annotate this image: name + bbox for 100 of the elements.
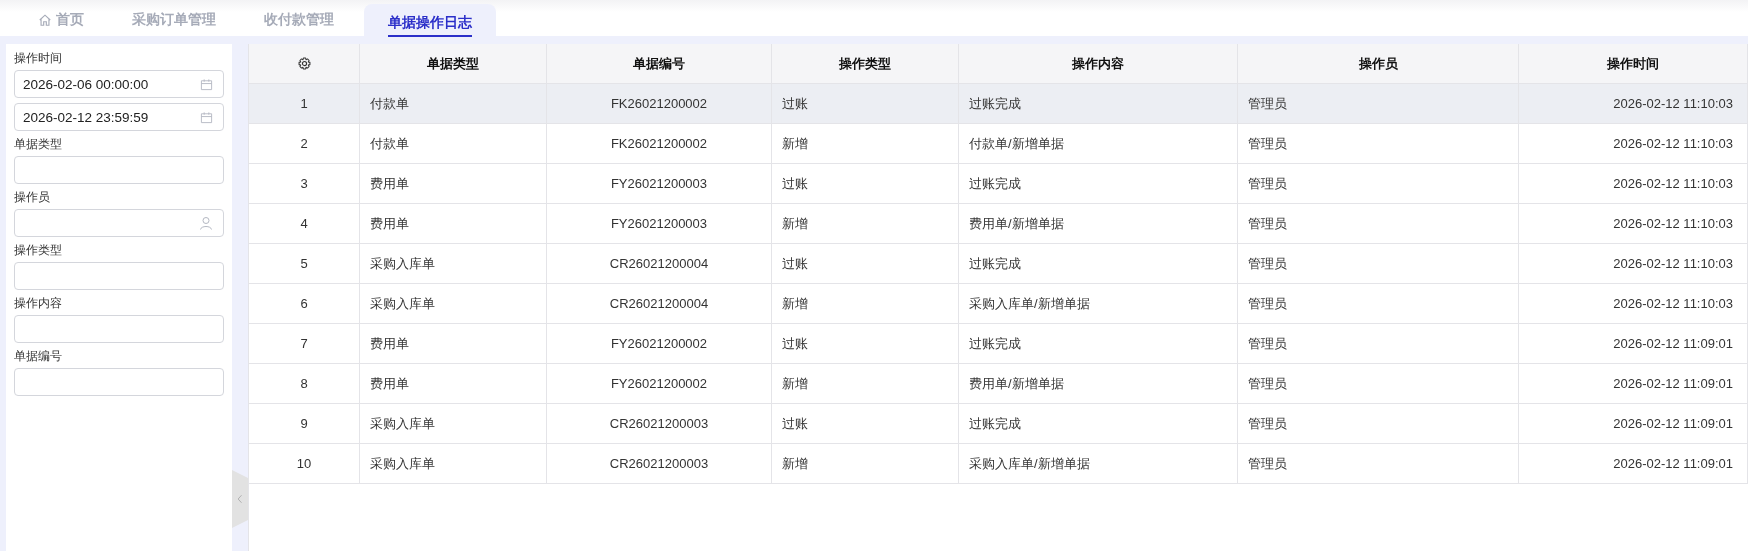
table-cell: 新增 xyxy=(782,294,808,313)
table-cell: 采购入库单 xyxy=(370,254,435,273)
table-cell: 2026-02-12 11:10:03 xyxy=(1613,256,1733,271)
table-cell: 管理员 xyxy=(1248,254,1287,273)
table-cell: 2026-02-12 11:09:01 xyxy=(1613,336,1733,351)
table-cell: FK26021200002 xyxy=(610,96,708,111)
table-cell: 新增 xyxy=(782,134,808,153)
column-header: 操作员 xyxy=(1238,44,1519,83)
table-cell: 采购入库单/新增单据 xyxy=(969,454,1090,473)
table-cell: 费用单 xyxy=(370,214,409,233)
table-row[interactable]: 9 采购入库单 CR26021200003 过账 过账完成 管理员 2026-02-12 11:09:01 xyxy=(249,404,1748,444)
row-number: 6 xyxy=(300,296,308,311)
filter-label: 操作时间 xyxy=(14,50,63,67)
table-cell: FY26021200003 xyxy=(610,216,708,231)
table-cell: CR26021200003 xyxy=(609,416,709,431)
table-cell: 2026-02-12 11:10:03 xyxy=(1613,136,1733,151)
table-cell: 过账 xyxy=(782,334,808,353)
table-cell: 过账 xyxy=(782,414,808,433)
row-number: 8 xyxy=(300,376,308,391)
row-number: 1 xyxy=(300,96,308,111)
table-cell: 管理员 xyxy=(1248,374,1287,393)
table-cell: 2026-02-12 11:10:03 xyxy=(1613,176,1733,191)
table-cell: 付款单/新增单据 xyxy=(969,134,1064,153)
table-cell: 费用单/新增单据 xyxy=(969,374,1064,393)
table-cell: 采购入库单/新增单据 xyxy=(969,294,1090,313)
column-header: 单据编号 xyxy=(547,44,772,83)
table-cell: 管理员 xyxy=(1248,454,1287,473)
table-cell: 2026-02-12 11:10:03 xyxy=(1613,296,1733,311)
row-number: 9 xyxy=(300,416,308,431)
table-cell: 2026-02-12 11:10:03 xyxy=(1613,216,1733,231)
table-cell: CR26021200003 xyxy=(609,456,709,471)
table-row[interactable]: 2 付款单 FK26021200002 新增 付款单/新增单据 管理员 2026-02-12 11:10:03 xyxy=(249,124,1748,164)
table-row[interactable]: 6 采购入库单 CR26021200004 新增 采购入库单/新增单据 管理员 2026-02-12 11:10:03 xyxy=(249,284,1748,324)
table-cell: FY26021200003 xyxy=(610,176,708,191)
column-header: 操作时间 xyxy=(1519,44,1748,83)
table-cell: 管理员 xyxy=(1248,414,1287,433)
table-cell: 新增 xyxy=(782,214,808,233)
table-row[interactable]: 10 采购入库单 CR26021200003 新增 采购入库单/新增单据 管理员 2026-02-12 11:09:01 xyxy=(249,444,1748,484)
calendar-icon xyxy=(200,77,213,91)
table-cell: 费用单 xyxy=(370,334,409,353)
table-cell: 管理员 xyxy=(1248,94,1287,113)
table-cell: 新增 xyxy=(782,374,808,393)
table-cell: 2026-02-12 11:09:01 xyxy=(1613,376,1733,391)
input-field[interactable] xyxy=(14,315,224,343)
row-number: 5 xyxy=(300,256,308,271)
row-number: 2 xyxy=(300,136,308,151)
table-cell: 管理员 xyxy=(1248,214,1287,233)
filter-label: 单据编号 xyxy=(14,348,63,365)
table-cell: 付款单 xyxy=(370,94,409,113)
date-field[interactable]: 2026-02-06 00:00:00 xyxy=(14,70,224,98)
table-cell: 费用单 xyxy=(370,374,409,393)
table-row[interactable]: 7 费用单 FY26021200002 过账 过账完成 管理员 2026-02-12 11:09:01 xyxy=(249,324,1748,364)
table-cell: 管理员 xyxy=(1248,334,1287,353)
table-cell: CR26021200004 xyxy=(609,256,709,271)
calendar-icon xyxy=(200,110,213,124)
input-field[interactable] xyxy=(14,368,224,396)
input-field[interactable] xyxy=(14,262,224,290)
table-row[interactable]: 5 采购入库单 CR26021200004 过账 过账完成 管理员 2026-02-12 11:10:03 xyxy=(249,244,1748,284)
table-cell: 管理员 xyxy=(1248,134,1287,153)
column-header: 操作类型 xyxy=(772,44,959,83)
table-cell: 采购入库单 xyxy=(370,414,435,433)
table-cell: 过账 xyxy=(782,94,808,113)
table-cell: 过账完成 xyxy=(969,174,1021,193)
table-cell: CR26021200004 xyxy=(609,296,709,311)
table-cell: FY26021200002 xyxy=(610,376,708,391)
table-cell: 过账完成 xyxy=(969,254,1021,273)
table-cell: 过账完成 xyxy=(969,334,1021,353)
settings-icon[interactable] xyxy=(296,56,312,71)
table-row[interactable]: 3 费用单 FY26021200003 过账 过账完成 管理员 2026-02-12 11:10:03 xyxy=(249,164,1748,204)
tab[interactable]: 单据操作日志 xyxy=(364,4,496,36)
table-cell: 过账 xyxy=(782,254,808,273)
user-icon xyxy=(199,216,213,230)
table-cell: 过账完成 xyxy=(969,94,1021,113)
table-row[interactable]: 8 费用单 FY26021200002 新增 费用单/新增单据 管理员 2026-02-12 11:09:01 xyxy=(249,364,1748,404)
table-cell: 管理员 xyxy=(1248,174,1287,193)
user-field[interactable] xyxy=(14,209,224,237)
row-number: 3 xyxy=(300,176,308,191)
filter-label: 操作类型 xyxy=(14,242,63,259)
table-cell: 费用单 xyxy=(370,174,409,193)
table-cell: 付款单 xyxy=(370,134,409,153)
filter-label: 操作内容 xyxy=(14,295,63,312)
table-cell: FK26021200002 xyxy=(610,136,708,151)
table-cell: 过账完成 xyxy=(969,414,1021,433)
table-cell: FY26021200002 xyxy=(610,336,708,351)
table-cell: 采购入库单 xyxy=(370,454,435,473)
row-number: 4 xyxy=(300,216,308,231)
filter-label: 操作员 xyxy=(14,189,51,206)
date-field[interactable]: 2026-02-12 23:59:59 xyxy=(14,103,224,131)
row-number: 7 xyxy=(300,336,308,351)
table-row[interactable]: 1 付款单 FK26021200002 过账 过账完成 管理员 2026-02-12 11:10:03 xyxy=(249,84,1748,124)
collapse-handle[interactable] xyxy=(232,470,248,528)
filter-label: 单据类型 xyxy=(14,136,63,153)
table-cell: 2026-02-12 11:10:03 xyxy=(1613,96,1733,111)
table-cell: 管理员 xyxy=(1248,294,1287,313)
table-cell: 费用单/新增单据 xyxy=(969,214,1064,233)
table-cell: 采购入库单 xyxy=(370,294,435,313)
row-number: 10 xyxy=(296,456,312,471)
table-cell: 过账 xyxy=(782,174,808,193)
input-field[interactable] xyxy=(14,156,224,184)
table-row[interactable]: 4 费用单 FY26021200003 新增 费用单/新增单据 管理员 2026-02-12 11:10:03 xyxy=(249,204,1748,244)
